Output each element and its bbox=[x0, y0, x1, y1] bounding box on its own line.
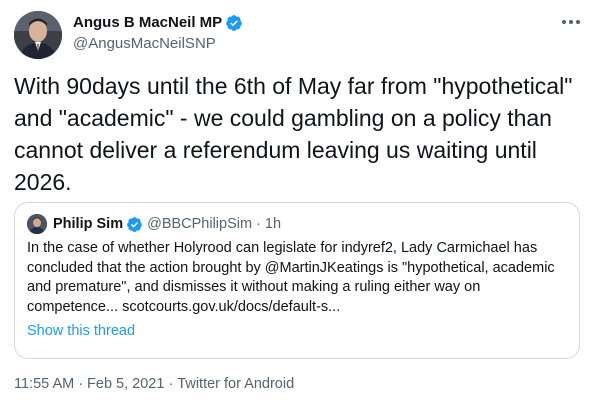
tweet-metadata: 11:55 AM · Feb 5, 2021 · Twitter for Android bbox=[14, 376, 294, 392]
quoted-tweet[interactable]: Philip Sim @BBCPhilipSim · 1h In the cas… bbox=[14, 202, 580, 359]
more-options-icon bbox=[562, 20, 566, 24]
tweet-date[interactable]: Feb 5, 2021 bbox=[87, 376, 164, 392]
verified-badge-icon bbox=[126, 216, 143, 233]
quoted-tweet-header: Philip Sim @BBCPhilipSim · 1h bbox=[27, 214, 281, 234]
quoted-timestamp: 1h bbox=[264, 216, 282, 232]
meta-separator: · bbox=[168, 376, 174, 392]
author-handle[interactable]: @AngusMacNeilSNP bbox=[73, 35, 216, 53]
author-avatar[interactable] bbox=[14, 11, 62, 59]
author-name[interactable]: Angus B MacNeil MP bbox=[73, 14, 222, 32]
quoted-separator: · bbox=[256, 216, 261, 232]
meta-separator: · bbox=[78, 376, 84, 392]
quoted-author-handle: @BBCPhilipSim bbox=[147, 216, 253, 232]
tweet-source[interactable]: Twitter for Android bbox=[177, 376, 294, 392]
quoted-author-name: Philip Sim bbox=[53, 216, 124, 232]
quoted-tweet-text: In the case of whether Holyrood can legi… bbox=[27, 240, 555, 315]
tweet-text: With 90days until the 6th of May far fro… bbox=[14, 73, 573, 195]
show-this-thread-link[interactable]: Show this thread bbox=[27, 323, 135, 339]
verified-badge-icon bbox=[225, 14, 243, 32]
quoted-author-avatar bbox=[27, 214, 47, 234]
more-options-button[interactable] bbox=[558, 12, 584, 32]
author-name-row: Angus B MacNeil MP bbox=[73, 14, 243, 32]
tweet-time[interactable]: 11:55 AM bbox=[14, 376, 74, 392]
tweet-card: Angus B MacNeil MP @AngusMacNeilSNP With… bbox=[0, 0, 593, 400]
